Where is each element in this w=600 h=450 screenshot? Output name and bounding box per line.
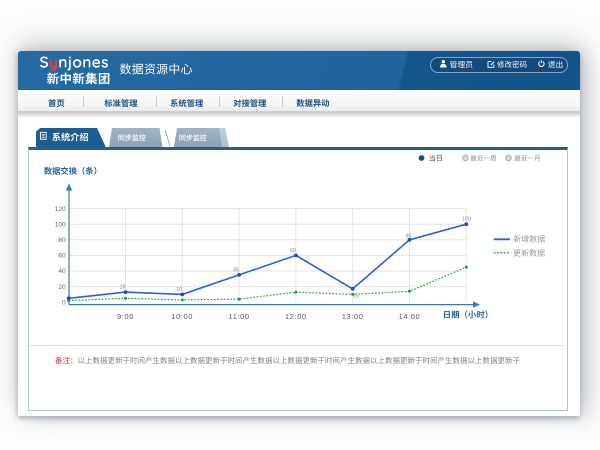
svg-text:120: 120: [55, 206, 66, 213]
svg-text:100: 100: [55, 221, 66, 228]
svg-text:12:00: 12:00: [285, 312, 307, 321]
svg-text:15: 15: [353, 293, 359, 299]
svg-text:20: 20: [58, 284, 66, 291]
svg-text:11:00: 11:00: [228, 312, 249, 321]
svg-text:13:00: 13:00: [342, 312, 364, 321]
svg-text:40: 40: [58, 268, 66, 275]
svg-text:35: 35: [233, 267, 239, 273]
svg-text:14:00: 14:00: [399, 312, 421, 321]
svg-text:0: 0: [62, 299, 66, 306]
svg-text:60: 60: [290, 248, 296, 254]
svg-text:80: 80: [58, 237, 66, 244]
svg-text:18: 18: [119, 285, 125, 291]
svg-text:10:00: 10:00: [171, 312, 193, 321]
svg-text:80: 80: [405, 233, 411, 239]
svg-text:10: 10: [176, 287, 182, 293]
svg-text:9:00: 9:00: [117, 312, 134, 321]
svg-text:60: 60: [58, 253, 66, 260]
svg-text:100: 100: [462, 217, 471, 223]
